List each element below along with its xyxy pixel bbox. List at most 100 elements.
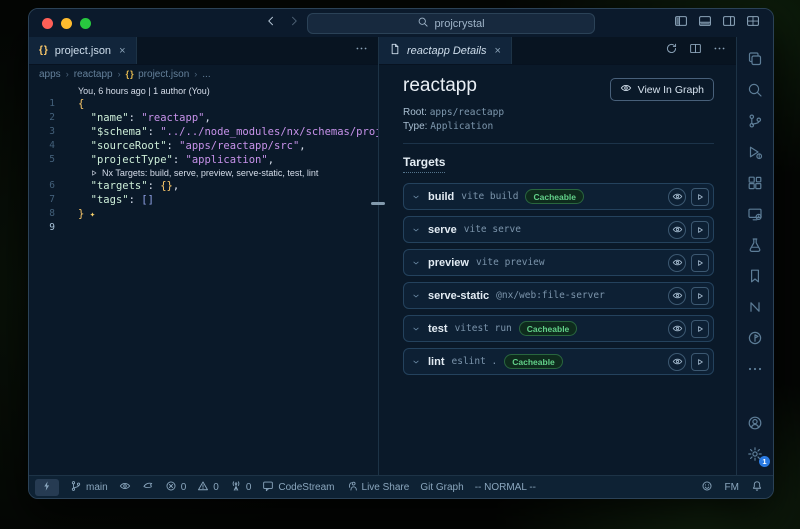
status-item-codestream[interactable]: CodeStream xyxy=(262,480,334,495)
show-target-config-button[interactable] xyxy=(668,287,686,305)
breadcrumb-item[interactable]: apps xyxy=(39,69,61,80)
chevron-down-icon[interactable] xyxy=(411,357,421,367)
run-target-button[interactable] xyxy=(691,221,709,239)
chevron-down-icon[interactable] xyxy=(411,291,421,301)
remote-explorer-icon[interactable] xyxy=(737,198,773,229)
account-icon[interactable] xyxy=(737,407,773,438)
status-item-0[interactable]: 0 xyxy=(197,480,219,495)
status-item-copilot[interactable] xyxy=(142,480,154,495)
show-target-config-button[interactable] xyxy=(668,221,686,239)
gitlens-icon[interactable] xyxy=(737,322,773,353)
target-command: @nx/web:file-server xyxy=(496,290,605,301)
status-item-git-graph[interactable]: Git Graph xyxy=(420,482,463,493)
chevron-down-icon[interactable] xyxy=(411,324,421,334)
tab-project-json[interactable]: {} project.json × xyxy=(29,37,137,64)
target-row-test[interactable]: testvitest runCacheable xyxy=(403,315,714,342)
status-item-main[interactable]: main xyxy=(70,480,108,495)
layout-sidebar-left-icon[interactable] xyxy=(674,14,688,33)
code-line[interactable]: 9 xyxy=(29,221,378,235)
code-line[interactable]: 2 "name": "reactapp", xyxy=(29,111,378,125)
refresh-icon[interactable] xyxy=(665,42,678,60)
code-line[interactable]: 7 "tags": [] xyxy=(29,193,378,207)
code-line[interactable]: 6 "targets": {}, xyxy=(29,179,378,193)
chevron-down-icon[interactable] xyxy=(411,192,421,202)
run-target-button[interactable] xyxy=(691,287,709,305)
target-command: vitest run xyxy=(455,323,512,334)
code-editor[interactable]: You, 6 hours ago | 1 author (You)1{2 "na… xyxy=(29,83,378,475)
files-icon[interactable] xyxy=(737,43,773,74)
blame-codelens[interactable]: You, 6 hours ago | 1 author (You) xyxy=(29,85,378,97)
status-item-live-share[interactable]: Live Share xyxy=(346,480,410,495)
target-row-preview[interactable]: previewvite preview xyxy=(403,249,714,276)
history-forward-icon[interactable] xyxy=(288,14,300,32)
status-item-0[interactable]: 0 xyxy=(230,480,252,495)
project-meta: Root: apps/reactapp Type: Application xyxy=(403,106,714,133)
tab-reactapp-details[interactable]: reactapp Details × xyxy=(379,37,512,64)
more-actions-icon[interactable] xyxy=(713,42,726,60)
titlebar[interactable]: projcrystal xyxy=(29,9,773,37)
code-line[interactable]: 8} ✦ xyxy=(29,207,378,221)
target-row-serve[interactable]: servevite serve xyxy=(403,216,714,243)
breadcrumb-item[interactable]: {} project.json xyxy=(126,69,190,80)
chevron-down-icon[interactable] xyxy=(411,225,421,235)
run-target-button[interactable] xyxy=(691,353,709,371)
run-target-button[interactable] xyxy=(691,320,709,338)
zoom-window-button[interactable] xyxy=(80,18,91,29)
beaker-icon[interactable] xyxy=(737,229,773,260)
code-line[interactable]: 1{ xyxy=(29,97,378,111)
sash-handle[interactable] xyxy=(371,202,385,205)
command-center-search[interactable]: projcrystal xyxy=(307,13,595,34)
layout-custom-icon[interactable] xyxy=(746,14,760,33)
bell-icon xyxy=(751,480,763,495)
target-row-lint[interactable]: linteslint .Cacheable xyxy=(403,348,714,375)
layout-sidebar-right-icon[interactable] xyxy=(722,14,736,33)
code-line[interactable]: 3 "$schema": "../../node_modules/nx/sche… xyxy=(29,125,378,139)
target-row-serve-static[interactable]: serve-static@nx/web:file-server xyxy=(403,282,714,309)
minimize-window-button[interactable] xyxy=(61,18,72,29)
ellipsis-icon[interactable] xyxy=(737,353,773,384)
run-target-button[interactable] xyxy=(691,188,709,206)
breadcrumb-item[interactable]: reactapp xyxy=(74,69,113,80)
code-line[interactable]: 4 "sourceRoot": "apps/reactapp/src", xyxy=(29,139,378,153)
status-item-smiley[interactable] xyxy=(701,480,713,495)
target-name: build xyxy=(428,191,454,203)
source-control-icon[interactable] xyxy=(737,105,773,136)
close-tab-icon[interactable]: × xyxy=(119,45,125,57)
close-tab-icon[interactable]: × xyxy=(495,45,501,57)
breadcrumb[interactable]: apps›reactapp›{} project.json›... xyxy=(29,65,378,83)
target-name: test xyxy=(428,323,448,335)
gear-icon[interactable]: 1 xyxy=(737,438,773,469)
show-target-config-button[interactable] xyxy=(668,353,686,371)
status-item-bell[interactable] xyxy=(751,480,763,495)
chevron-down-icon[interactable] xyxy=(411,258,421,268)
status-item-eye[interactable] xyxy=(119,480,131,495)
target-row-build[interactable]: buildvite buildCacheable xyxy=(403,183,714,210)
run-target-button[interactable] xyxy=(691,254,709,272)
view-in-graph-button[interactable]: View In Graph xyxy=(610,78,714,101)
nx-icon[interactable] xyxy=(737,291,773,322)
status-item-normal[interactable]: -- NORMAL -- xyxy=(475,482,536,493)
status-item-lightning[interactable] xyxy=(35,479,59,496)
close-window-button[interactable] xyxy=(42,18,53,29)
breadcrumb-item[interactable]: ... xyxy=(202,69,210,80)
vscode-window: projcrystal {} project.json × apps›react… xyxy=(28,8,774,499)
cacheable-badge: Cacheable xyxy=(525,189,584,204)
show-target-config-button[interactable] xyxy=(668,320,686,338)
traffic-lights xyxy=(29,18,91,29)
status-item-0[interactable]: 0 xyxy=(165,480,187,495)
run-debug-icon[interactable] xyxy=(737,136,773,167)
code-line[interactable]: 5 "projectType": "application", xyxy=(29,153,378,167)
status-item-fm[interactable]: FM xyxy=(725,482,739,493)
history-back-icon[interactable] xyxy=(265,14,277,32)
show-target-config-button[interactable] xyxy=(668,188,686,206)
bookmark-icon[interactable] xyxy=(737,260,773,291)
nx-targets-codelens[interactable]: Nx Targets: build, serve, preview, serve… xyxy=(29,167,378,179)
target-name: preview xyxy=(428,257,469,269)
layout-panel-icon[interactable] xyxy=(698,14,712,33)
split-editor-icon[interactable] xyxy=(689,42,702,60)
extensions-icon[interactable] xyxy=(737,167,773,198)
show-target-config-button[interactable] xyxy=(668,254,686,272)
target-command: vite serve xyxy=(464,224,521,235)
more-actions-icon[interactable] xyxy=(355,42,368,60)
search-icon[interactable] xyxy=(737,74,773,105)
